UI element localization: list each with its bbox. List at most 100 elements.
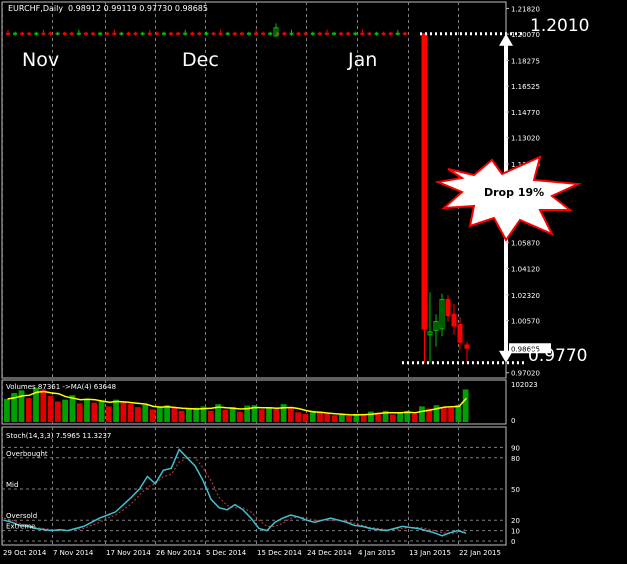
candle-body xyxy=(154,32,159,35)
volume-bar xyxy=(237,411,243,422)
volume-bar xyxy=(156,407,163,422)
candle-body xyxy=(55,32,60,35)
candle-body xyxy=(317,32,322,35)
candle-body xyxy=(98,32,103,35)
candle-body xyxy=(34,32,39,35)
stoch-level-label-mid: Mid xyxy=(6,481,18,489)
candle-body xyxy=(140,32,145,35)
stoch-axis-label: 20 xyxy=(511,517,520,525)
candle-body xyxy=(388,32,393,35)
candle-body xyxy=(339,32,344,35)
volume-axis-label: 0 xyxy=(511,417,515,425)
candle-body xyxy=(183,32,188,35)
candle-body xyxy=(161,32,166,35)
candle-body xyxy=(367,32,372,35)
price-axis-label: 0.97020 xyxy=(511,370,540,378)
volume-axis-label: 102023 xyxy=(511,381,538,389)
price-axis-label: 1.21820 xyxy=(511,5,540,13)
x-tick-label: 5 Dec 2014 xyxy=(206,549,247,557)
month-label-dec: Dec xyxy=(182,49,219,71)
volume-bar xyxy=(368,411,374,422)
candle-body xyxy=(41,32,46,35)
candle-body xyxy=(204,32,209,35)
x-tick-label: 24 Dec 2014 xyxy=(307,549,352,557)
candle-body xyxy=(457,324,463,343)
stoch-axis-label: 50 xyxy=(511,486,520,494)
volume-bar xyxy=(448,407,454,422)
volume-bar xyxy=(280,404,287,422)
candle-body xyxy=(296,32,301,35)
price-axis-label: 1.16525 xyxy=(511,83,540,91)
volume-bar xyxy=(178,410,185,422)
volume-bar xyxy=(207,410,214,422)
candle-body xyxy=(119,32,124,35)
volume-bar xyxy=(142,404,149,422)
price-axis-label: 1.02320 xyxy=(511,292,540,300)
candle-body xyxy=(27,32,32,35)
volume-bar xyxy=(346,416,352,422)
x-tick-label: 26 Nov 2014 xyxy=(156,549,201,557)
candle-body xyxy=(105,32,110,35)
candle-body xyxy=(261,32,266,35)
candle-body xyxy=(324,32,329,35)
volume-bar xyxy=(25,398,32,422)
volume-bar xyxy=(419,406,425,422)
volume-bar xyxy=(76,403,83,422)
candle-body xyxy=(374,32,379,35)
volume-bar xyxy=(91,402,98,422)
candle-body xyxy=(464,344,470,349)
volume-bar xyxy=(258,409,265,422)
ohlc-readout: 0.98912 0.99119 0.97730 0.98685 xyxy=(68,4,208,13)
candle-body xyxy=(197,32,202,35)
volume-bar xyxy=(54,401,61,422)
volume-bar xyxy=(455,404,462,422)
volume-bar xyxy=(105,406,112,422)
candle-body xyxy=(353,32,358,35)
candle-body xyxy=(176,32,181,35)
volume-bar xyxy=(324,413,331,422)
candle-body xyxy=(91,32,96,35)
chart-canvas[interactable]: 29 Oct 2014 7 Nov 2014 17 Nov 2014 26 Nov 2… xyxy=(0,0,627,560)
month-label-nov: Nov xyxy=(22,49,59,71)
volume-bar xyxy=(98,400,105,422)
stoch-level-label-oversold: Oversold xyxy=(6,512,37,520)
volume-bar xyxy=(186,408,192,422)
volume-bar xyxy=(229,407,236,422)
price-axis-label: 1.04120 xyxy=(511,265,540,273)
x-tick-label: 4 Jan 2015 xyxy=(358,549,396,557)
candle-body xyxy=(20,32,25,35)
volume-bar xyxy=(397,413,403,422)
candle-body xyxy=(190,32,195,35)
candle-body xyxy=(310,32,315,35)
stoch-level-label-overbought: Overbought xyxy=(6,450,48,458)
volume-bar xyxy=(302,413,309,422)
candle-body xyxy=(332,32,337,35)
candle-body xyxy=(83,32,88,35)
volume-bar xyxy=(295,412,302,422)
stoch-main-line xyxy=(3,448,467,537)
candle-body xyxy=(211,32,216,35)
volume-bar xyxy=(149,409,156,422)
candle-body xyxy=(69,32,74,35)
candle-body xyxy=(169,32,174,35)
candle-body xyxy=(218,32,223,35)
chart-window: 29 Oct 2014 7 Nov 2014 17 Nov 2014 26 Nov 2… xyxy=(0,0,627,560)
candle-body xyxy=(395,32,400,35)
volume-bar xyxy=(317,412,323,422)
stoch-axis-label: 90 xyxy=(511,444,520,452)
x-tick-label: 13 Jan 2015 xyxy=(409,549,451,557)
candle-body xyxy=(381,32,386,35)
volume-bar xyxy=(47,395,54,422)
candle-body xyxy=(76,32,81,35)
volume-ma-line xyxy=(7,390,467,416)
x-tick-label: 29 Oct 2014 xyxy=(3,549,47,557)
candle-body xyxy=(360,32,365,35)
candle-body xyxy=(402,32,407,35)
x-tick-label: 17 Nov 2014 xyxy=(106,549,151,557)
candle-body xyxy=(62,32,67,35)
volume-bar xyxy=(164,405,170,422)
candle-body xyxy=(112,32,117,35)
price-axis-label: 1.00570 xyxy=(511,318,540,326)
volume-bar xyxy=(62,399,69,422)
price-axis-label: 1.18275 xyxy=(511,58,540,66)
